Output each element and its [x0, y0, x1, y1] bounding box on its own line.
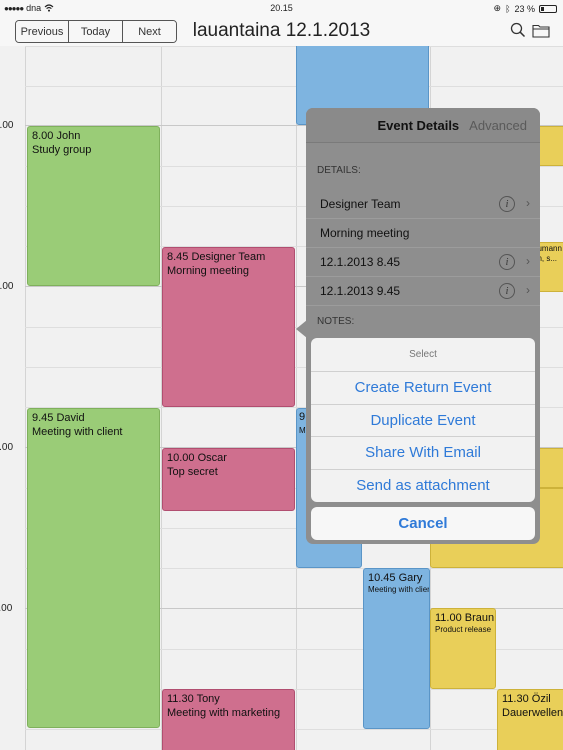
bluetooth-icon: ᛒ: [505, 3, 511, 14]
event-title: 10.45 Gary: [368, 572, 423, 584]
notes-section-label: NOTES:: [317, 316, 355, 327]
action-sheet-title: Select: [311, 338, 535, 372]
event-subtitle: Meeting with marketing: [167, 707, 281, 719]
detail-value: 12.1.2013 8.45: [320, 255, 401, 269]
chevron-right-icon: ›: [526, 196, 530, 210]
tab-advanced[interactable]: Advanced: [469, 118, 527, 133]
rotation-lock-icon: ⊕: [493, 3, 502, 13]
event-subtitle: Product release: [435, 625, 492, 634]
event-david[interactable]: 9.45 David Meeting with client: [27, 408, 160, 728]
detail-row-calendar[interactable]: Designer Team i ›: [306, 190, 540, 219]
event-ozil[interactable]: 11.30 Özil Dauerwellen: [497, 689, 563, 750]
info-icon[interactable]: i: [499, 254, 515, 270]
event-title: 9.45 David: [32, 412, 85, 424]
folder-icon[interactable]: [532, 23, 550, 38]
event-tony[interactable]: 11.30 Tony Meeting with marketing: [162, 689, 295, 750]
half-hour-line: [25, 46, 563, 47]
share-with-email-button[interactable]: Share With Email: [311, 437, 535, 470]
status-right: ⊕ ᛒ 23 %: [494, 3, 557, 14]
date-title: lauantaina 12.1.2013: [0, 20, 563, 42]
event-john[interactable]: 8.00 John Study group: [27, 126, 160, 286]
event-title: 11.30 Tony: [167, 693, 220, 705]
hour-label: 11.00: [0, 603, 13, 614]
event-designer-team[interactable]: 8.45 Designer Team Morning meeting: [162, 247, 295, 407]
detail-value: Morning meeting: [320, 226, 410, 240]
event-subtitle: Study group: [32, 144, 92, 156]
cancel-button[interactable]: Cancel: [311, 507, 535, 540]
column-divider: [296, 46, 297, 750]
battery-percent: 23 %: [514, 3, 535, 14]
battery-icon: [539, 4, 557, 13]
event-title: 11.30 Özil: [502, 693, 551, 705]
event-title: 8.45 Designer Team: [167, 251, 266, 263]
popover-header: Event Details Advanced: [306, 108, 540, 143]
search-icon[interactable]: [510, 22, 526, 38]
event-subtitle: Dauerwellen: [502, 707, 563, 719]
detail-row-start[interactable]: 12.1.2013 8.45 i ›: [306, 248, 540, 277]
event-subtitle: Morning meeting: [167, 265, 249, 277]
event-subtitle: Top secret: [167, 466, 218, 478]
details-section-label: DETAILS:: [317, 165, 361, 176]
send-as-attachment-button[interactable]: Send as attachment: [311, 470, 535, 503]
event-braun[interactable]: 11.00 Braun Product release: [430, 608, 496, 689]
status-time: 20.15: [270, 3, 293, 13]
status-bar: ●●●●● dna 20.15 ⊕ ᛒ 23 %: [0, 0, 563, 16]
toolbar: Previous Today Next lauantaina 12.1.2013: [0, 16, 563, 46]
event-gary[interactable]: 10.45 Gary Meeting with client: [363, 568, 430, 729]
info-icon[interactable]: i: [499, 283, 515, 299]
event-subtitle: Meeting with client: [368, 585, 430, 594]
info-icon[interactable]: i: [499, 196, 515, 212]
action-sheet: Select Create Return Event Duplicate Eve…: [311, 338, 535, 502]
create-return-event-button[interactable]: Create Return Event: [311, 372, 535, 405]
event-title: 10.00 Oscar: [167, 452, 227, 464]
detail-row-title[interactable]: Morning meeting: [306, 219, 540, 248]
detail-value: 12.1.2013 9.45: [320, 284, 401, 298]
detail-row-end[interactable]: 12.1.2013 9.45 i ›: [306, 277, 540, 306]
detail-value: Designer Team: [320, 197, 401, 211]
event-subtitle: Meeting with client: [32, 426, 123, 438]
quarter-line: [25, 86, 563, 87]
hour-label: 8.00: [0, 120, 14, 131]
duplicate-event-button[interactable]: Duplicate Event: [311, 405, 535, 437]
battery-fill: [541, 6, 544, 11]
chevron-right-icon: ›: [526, 283, 530, 297]
chevron-right-icon: ›: [526, 254, 530, 268]
column-divider: [25, 46, 26, 750]
event-oscar[interactable]: 10.00 Oscar Top secret: [162, 448, 295, 511]
hour-label: 9.00: [0, 281, 14, 292]
tab-event-details[interactable]: Event Details: [378, 118, 460, 133]
date-title-text: lauantaina 12.1.2013: [192, 20, 371, 41]
event-title: 8.00 John: [32, 130, 81, 142]
hour-label: 10.00: [0, 442, 14, 453]
event-title: 11.00 Braun: [435, 612, 495, 624]
